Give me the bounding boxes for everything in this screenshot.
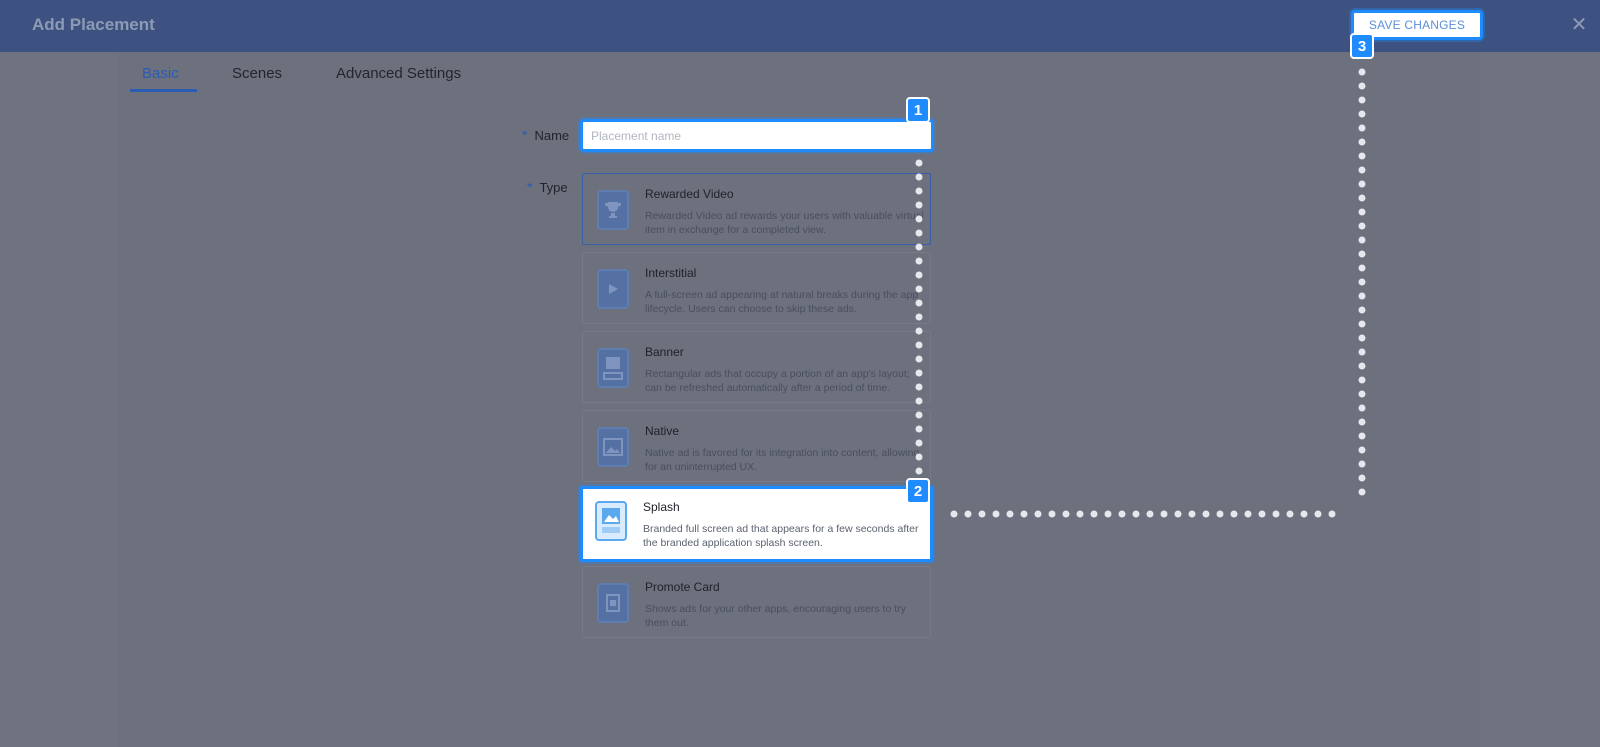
step-marker-1: 1: [906, 97, 930, 123]
step-marker-2: 2: [906, 478, 930, 504]
step-marker-3: 3: [1350, 33, 1374, 59]
step-connector-lines: [915, 68, 1366, 518]
